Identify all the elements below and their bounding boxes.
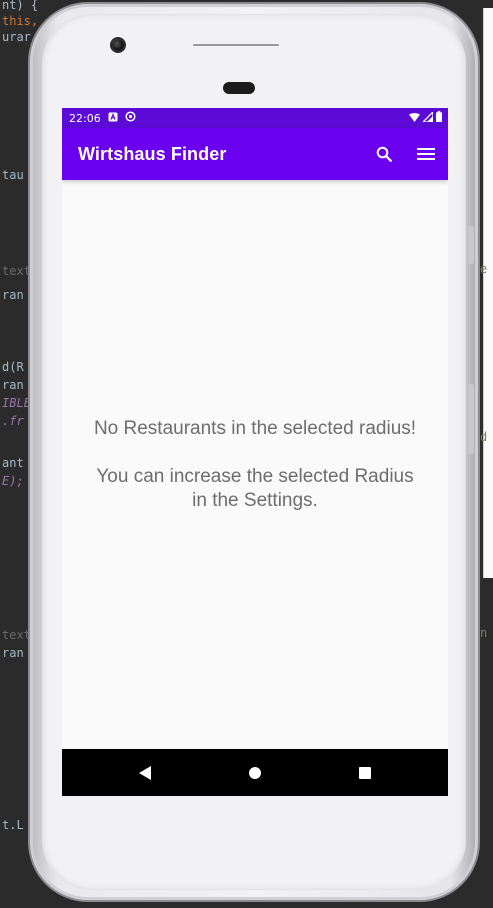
code-line: urar (2, 30, 31, 44)
front-camera (112, 39, 124, 51)
wifi-icon (409, 112, 420, 125)
recents-icon (359, 766, 371, 779)
code-line: nt) { (2, 0, 39, 12)
app-title: Wirtshaus Finder (78, 143, 227, 164)
menu-icon (417, 148, 435, 160)
code-fragment: n (480, 626, 488, 640)
code-line: text (2, 264, 31, 278)
home-button[interactable] (235, 753, 275, 793)
code-line: t.L (2, 818, 24, 832)
code-line: this, (2, 14, 39, 28)
app-bar: Wirtshaus Finder (62, 128, 448, 180)
battery-icon (436, 111, 442, 125)
navigation-bar (62, 749, 448, 796)
menu-button[interactable] (414, 142, 438, 166)
volume-button (468, 384, 474, 454)
ide-side-panel (483, 8, 493, 578)
speaker-grille (193, 44, 279, 46)
code-line: text (2, 628, 31, 642)
code-line: ran (2, 646, 24, 660)
code-fragment: d (480, 430, 488, 444)
code-line: .fr (2, 414, 24, 428)
code-line: E); (2, 474, 24, 488)
status-time: 22:06 (69, 111, 101, 125)
back-button[interactable] (125, 753, 165, 793)
sync-icon (125, 111, 136, 125)
home-icon (249, 766, 261, 779)
empty-hint: You can increase the selected Radius in … (96, 465, 414, 511)
device-screen: 22:06 Wirtshaus Finder No Restaurants in… (62, 108, 448, 796)
code-line: ant (2, 456, 24, 470)
status-bar: 22:06 (62, 108, 448, 128)
notification-a-icon (108, 112, 118, 125)
code-line: d(R (2, 360, 24, 374)
code-line: IBLE (2, 396, 31, 410)
code-fragment: e (480, 262, 488, 276)
search-button[interactable] (372, 142, 396, 166)
search-icon (376, 146, 392, 162)
back-icon (139, 765, 151, 780)
recents-button[interactable] (345, 753, 385, 793)
empty-state: No Restaurants in the selected radius! Y… (62, 180, 448, 749)
empty-message: No Restaurants in the selected radius! (93, 417, 417, 439)
signal-icon (421, 109, 434, 125)
earpiece (223, 82, 255, 94)
code-line: ran (2, 378, 24, 392)
power-button (468, 226, 474, 264)
code-line: ran (2, 288, 24, 302)
code-line: tau (2, 168, 24, 182)
